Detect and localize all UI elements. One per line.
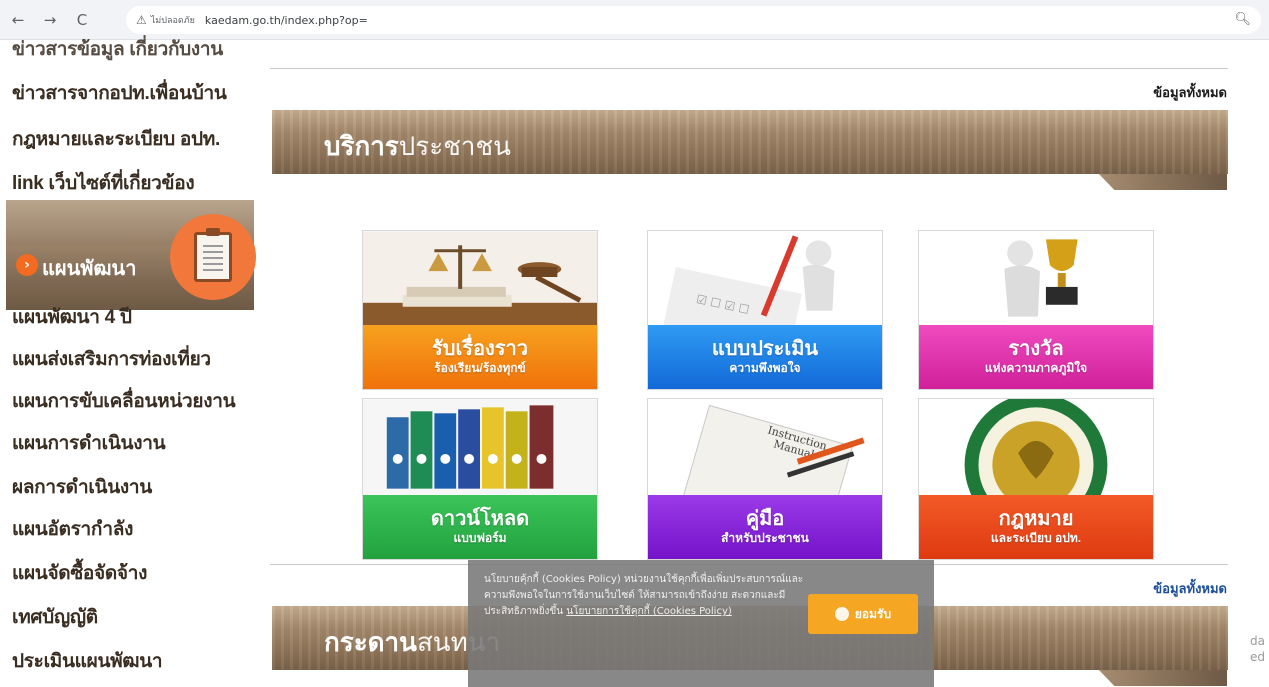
sidebar-item[interactable]: แผนจัดซื้อจัดจ้าง [12,558,147,588]
ribbon-tail [1099,670,1227,686]
tile-title: รับเรื่องราว [432,338,528,360]
tile-title: แบบประเมิน [711,338,819,360]
ribbon-tail [1099,174,1227,190]
warning-icon: ⚠ [136,13,147,27]
tile-title: รางวัล [1008,338,1064,360]
clipboard-icon [170,214,256,300]
justice-scale-icon [363,231,597,327]
tile-manual[interactable]: Instruction Manual คู่มือ สำหรับประชาชน [647,398,883,560]
cookie-text: นโยบายคุ้กกี้ (Cookies Policy) หน่วยงานใ… [484,574,804,617]
tile-subtitle: แบบฟอร์ม [453,531,507,545]
tile-subtitle: ร้องเรียน/ร้องทุกข์ [434,361,526,375]
tile-title: ดาวน์โหลด [430,508,530,530]
emblem-icon [919,399,1153,497]
tile-subtitle: และระเบียบ อปท. [990,531,1082,545]
sidebar-item[interactable]: ข่าวสารจากอปท.เพื่อนบ้าน [12,78,227,108]
manual-icon: Instruction Manual [648,399,882,497]
tile-law[interactable]: กฎหมาย และระเบียบ อปท. [918,398,1154,560]
view-all-link[interactable]: ข้อมูลทั้งหมด [1153,578,1227,599]
tile-download[interactable]: ดาวน์โหลด แบบฟอร์ม [362,398,598,560]
sidebar-item[interactable]: แผนการขับเคลื่อนหน่วยงาน [12,386,236,416]
tile-title: คู่มือ [745,508,785,530]
url-text[interactable]: kaedam.go.th/index.php?op= [205,14,368,27]
chevron-right-icon: › [16,254,38,276]
sidebar-item[interactable]: กฎหมายและระเบียบ อปท. [12,124,220,154]
banner-label: แผนพัฒนา [42,258,137,280]
assessment-pen-icon: ☑ ☐ ☑ ☐ [648,231,882,327]
tile-subtitle: แห่งความภาคภูมิใจ [984,361,1088,375]
trophy-icon [919,231,1153,327]
sidebar-item[interactable]: ผลการดำเนินงาน [12,472,152,502]
divider [270,68,1228,69]
sidebar-item[interactable]: แผนอัตรากำลัง [12,514,133,544]
forward-button[interactable]: → [36,6,64,34]
reload-button[interactable]: C [68,6,96,34]
plan-banner[interactable]: › แผนพัฒนา [6,200,256,310]
sidebar: ข่าวสารข้อมูล เกี่ยวกับงาน ข่าวสารจากอปท… [0,39,256,687]
sidebar-item[interactable]: แผนการดำเนินงาน [12,428,166,458]
view-all-link[interactable]: ข้อมูลทั้งหมด [1153,82,1227,103]
tile-band: รับเรื่องราว ร้องเรียน/ร้องทุกข์ [363,325,597,389]
sidebar-item[interactable]: เทศบัญญัติ [12,602,98,632]
accept-cookies-button[interactable]: ยอมรับ [808,594,918,634]
address-bar[interactable]: ⚠ ไม่ปลอดภัย kaedam.go.th/index.php?op= … [126,6,1261,34]
cookie-banner: นโยบายคุ้กกี้ (Cookies Policy) หน่วยงานใ… [468,560,934,687]
zoom-icon[interactable]: 🔍︎ [1234,12,1251,27]
sidebar-item[interactable]: ข่าวสารข้อมูล เกี่ยวกับงาน [12,34,223,64]
sidebar-item[interactable]: ประเมินแผนพัฒนา [12,646,163,676]
section-header-services: บริการประชาชน [272,110,1228,174]
section-title: บริการประชาชน [324,131,511,161]
sidebar-item[interactable]: แผนส่งเสริมการท่องเที่ยว [12,344,211,374]
tile-subtitle: ความพึงพอใจ [729,361,801,375]
tile-band: คู่มือ สำหรับประชาชน [648,495,882,559]
cookie-policy-link[interactable]: นโยบายการใช้คุกกี้ (Cookies Policy) [566,606,731,617]
tile-band: กฎหมาย และระเบียบ อปท. [919,495,1153,559]
tile-title: กฎหมาย [998,508,1074,530]
tile-band: แบบประเมิน ความพึงพอใจ [648,325,882,389]
binders-icon [363,399,597,497]
tile-survey[interactable]: ☑ ☐ ☑ ☐ แบบประเมิน ความพึงพอใจ [647,230,883,390]
tile-awards[interactable]: รางวัล แห่งความภาคภูมิใจ [918,230,1154,390]
tile-subtitle: สำหรับประชาชน [721,531,809,545]
tile-complaints[interactable]: รับเรื่องราว ร้องเรียน/ร้องทุกข์ [362,230,598,390]
sidebar-item[interactable]: link เว็บไซต์ที่เกี่ยวข้อง [12,168,195,198]
tile-band: ดาวน์โหลด แบบฟอร์ม [363,495,597,559]
corner-text: da ed [1250,634,1265,664]
cookie-icon [834,607,849,621]
tile-band: รางวัล แห่งความภาคภูมิใจ [919,325,1153,389]
security-label[interactable]: ไม่ปลอดภัย [151,13,195,27]
sidebar-item[interactable]: แผนพัฒนา 4 ปี [12,302,132,332]
back-button[interactable]: ← [4,6,32,34]
